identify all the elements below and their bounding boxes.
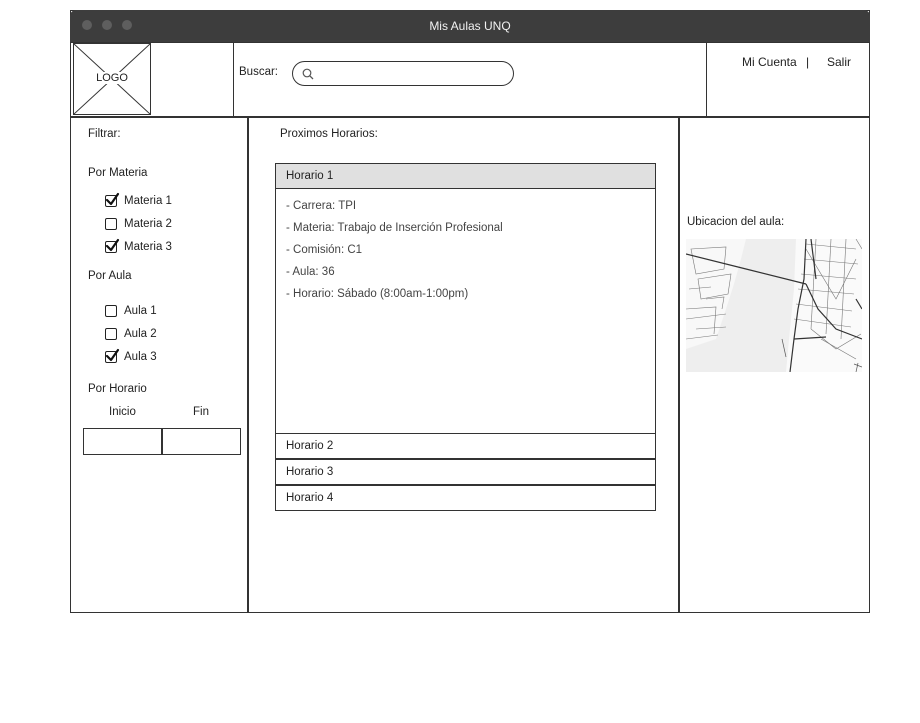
fin-input[interactable]	[162, 428, 241, 455]
aula-1-checkbox[interactable]	[105, 305, 117, 317]
header-bottom-border	[70, 116, 870, 118]
sidebar-divider	[247, 117, 249, 613]
detail-horario: - Horario: Sábado (8:00am-1:00pm)	[286, 288, 469, 300]
materia-2-checkbox[interactable]	[105, 218, 117, 230]
aula-3-label: Aula 3	[124, 351, 157, 363]
aula-3-checkbox[interactable]	[105, 348, 120, 363]
inicio-input[interactable]	[83, 428, 162, 455]
detail-carrera: - Carrera: TPI	[286, 200, 357, 212]
window-title: Mis Aulas UNQ	[429, 19, 511, 33]
right-panel-divider	[678, 117, 680, 613]
materia-3-checkbox[interactable]	[105, 238, 120, 253]
search-icon	[302, 68, 314, 83]
accordion-header-horario-2[interactable]: Horario 2	[275, 433, 656, 459]
accordion-header-horario-4[interactable]: Horario 4	[275, 485, 656, 511]
filter-title: Filtrar:	[88, 128, 121, 140]
header-divider	[233, 42, 234, 117]
detail-aula: - Aula: 36	[286, 266, 335, 278]
materia-1-label: Materia 1	[124, 195, 172, 207]
header-divider	[706, 42, 707, 117]
materia-1-checkbox[interactable]	[105, 192, 120, 207]
aula-section-title: Por Aula	[88, 270, 132, 282]
materia-2-label: Materia 2	[124, 218, 172, 230]
detail-materia: - Materia: Trabajo de Inserción Profesio…	[286, 222, 503, 234]
horario-section-title: Por Horario	[88, 383, 147, 395]
link-separator: |	[806, 55, 810, 69]
fin-label: Fin	[193, 406, 209, 418]
logo-text: LOGO	[95, 72, 129, 84]
aula-1-label: Aula 1	[124, 305, 157, 317]
inicio-label: Inicio	[109, 406, 136, 418]
detail-comision: - Comisión: C1	[286, 244, 363, 256]
aula-2-label: Aula 2	[124, 328, 157, 340]
aula-2-checkbox[interactable]	[105, 328, 117, 340]
materia-section-title: Por Materia	[88, 167, 148, 179]
materia-3-label: Materia 3	[124, 241, 172, 253]
accordion-header-horario-3[interactable]: Horario 3	[275, 459, 656, 485]
search-input[interactable]	[292, 61, 514, 86]
map-title: Ubicacion del aula:	[687, 216, 785, 228]
accordion-header-horario-1[interactable]: Horario 1	[275, 163, 656, 189]
main-title: Proximos Horarios:	[280, 128, 378, 140]
classroom-map[interactable]	[686, 239, 862, 372]
my-account-link[interactable]: Mi Cuenta	[742, 55, 797, 69]
logout-link[interactable]: Salir	[827, 55, 851, 69]
search-label: Buscar:	[239, 66, 278, 78]
